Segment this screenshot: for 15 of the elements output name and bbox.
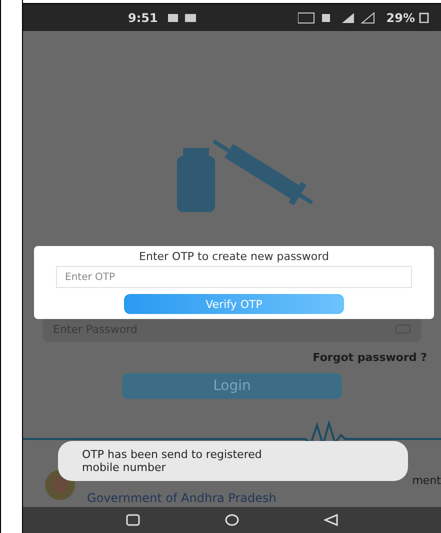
battery-percent: 29% (386, 10, 415, 24)
department-name: ment (412, 474, 441, 487)
toast-message: OTP has been send to registered mobile number (58, 441, 408, 482)
battery-icon (419, 12, 429, 23)
verify-otp-button[interactable]: Verify OTP (124, 294, 344, 314)
notification-icons (168, 12, 198, 22)
status-time: 9:51 (128, 10, 158, 24)
recent-apps-icon[interactable] (126, 514, 140, 526)
home-icon[interactable] (224, 514, 239, 526)
dialog-title: Enter OTP to create new password (139, 250, 329, 263)
forgot-password-link[interactable]: Forgot password ? (312, 351, 427, 364)
back-icon[interactable] (324, 514, 338, 526)
login-button[interactable]: Login (122, 373, 342, 399)
otp-input-field[interactable]: Enter OTP (56, 266, 412, 288)
government-name: Government of Andhra Pradesh (87, 491, 276, 505)
